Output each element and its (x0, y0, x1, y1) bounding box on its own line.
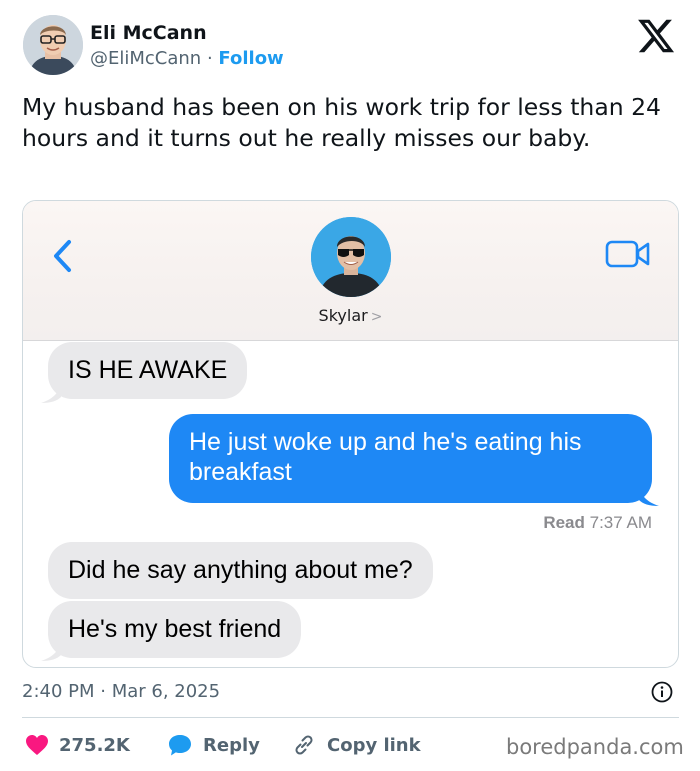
back-chevron-icon[interactable] (47, 236, 77, 276)
message-text: IS HE AWAKE (68, 356, 228, 384)
message-bubble-outgoing[interactable]: He just woke up and he's eating his brea… (169, 414, 652, 503)
tweet-text: My husband has been on his work trip for… (22, 93, 661, 152)
handle-separator: · (206, 48, 213, 69)
follow-button[interactable]: Follow (218, 48, 283, 69)
message-text: He's my best friend (68, 615, 282, 643)
read-receipt: Read 7:37 AM (543, 513, 652, 533)
message-bubble-incoming[interactable]: IS HE AWAKE (48, 342, 248, 399)
contact-avatar[interactable] (311, 217, 391, 297)
copy-link-button[interactable]: Copy link (291, 732, 421, 758)
contact-name[interactable]: Skylar > (23, 306, 678, 325)
video-call-icon[interactable] (605, 239, 651, 269)
author-name[interactable]: Eli McCann (90, 22, 207, 44)
tweet-timestamp[interactable]: 2:40 PM · Mar 6, 2025 (22, 681, 220, 702)
reply-label: Reply (203, 734, 260, 756)
chat-header: Skylar > (23, 201, 678, 341)
read-label: Read (543, 513, 585, 532)
watermark: boredpanda.com (506, 735, 684, 759)
copy-link-label: Copy link (327, 734, 421, 756)
heart-icon (26, 735, 48, 755)
author-avatar[interactable] (23, 15, 83, 75)
message-text: Did he say anything about me? (68, 556, 413, 584)
reply-button[interactable]: Reply (167, 732, 260, 758)
message-text: He just woke up and he's eating his brea… (189, 428, 582, 486)
link-icon (295, 735, 313, 755)
divider (22, 717, 679, 718)
contact-chevron-icon: > (370, 309, 383, 325)
message-bubble-incoming[interactable]: He's my best friend (48, 601, 302, 658)
tweet-media[interactable]: Skylar > IS HE AWAKE He just woke up and … (22, 200, 679, 668)
author-handle-row: @EliMcCann · Follow (90, 48, 284, 69)
like-count: 275.2K (59, 734, 130, 756)
contact-name-label: Skylar (318, 306, 368, 325)
read-time: 7:37 AM (589, 513, 652, 532)
x-logo-icon[interactable] (636, 16, 676, 56)
message-bubble-incoming[interactable]: Did he say anything about me? (48, 542, 433, 599)
reply-bubble-icon (169, 735, 191, 756)
info-icon[interactable] (651, 681, 673, 703)
author-handle[interactable]: @EliMcCann (90, 48, 201, 69)
like-button[interactable]: 275.2K (25, 732, 130, 758)
